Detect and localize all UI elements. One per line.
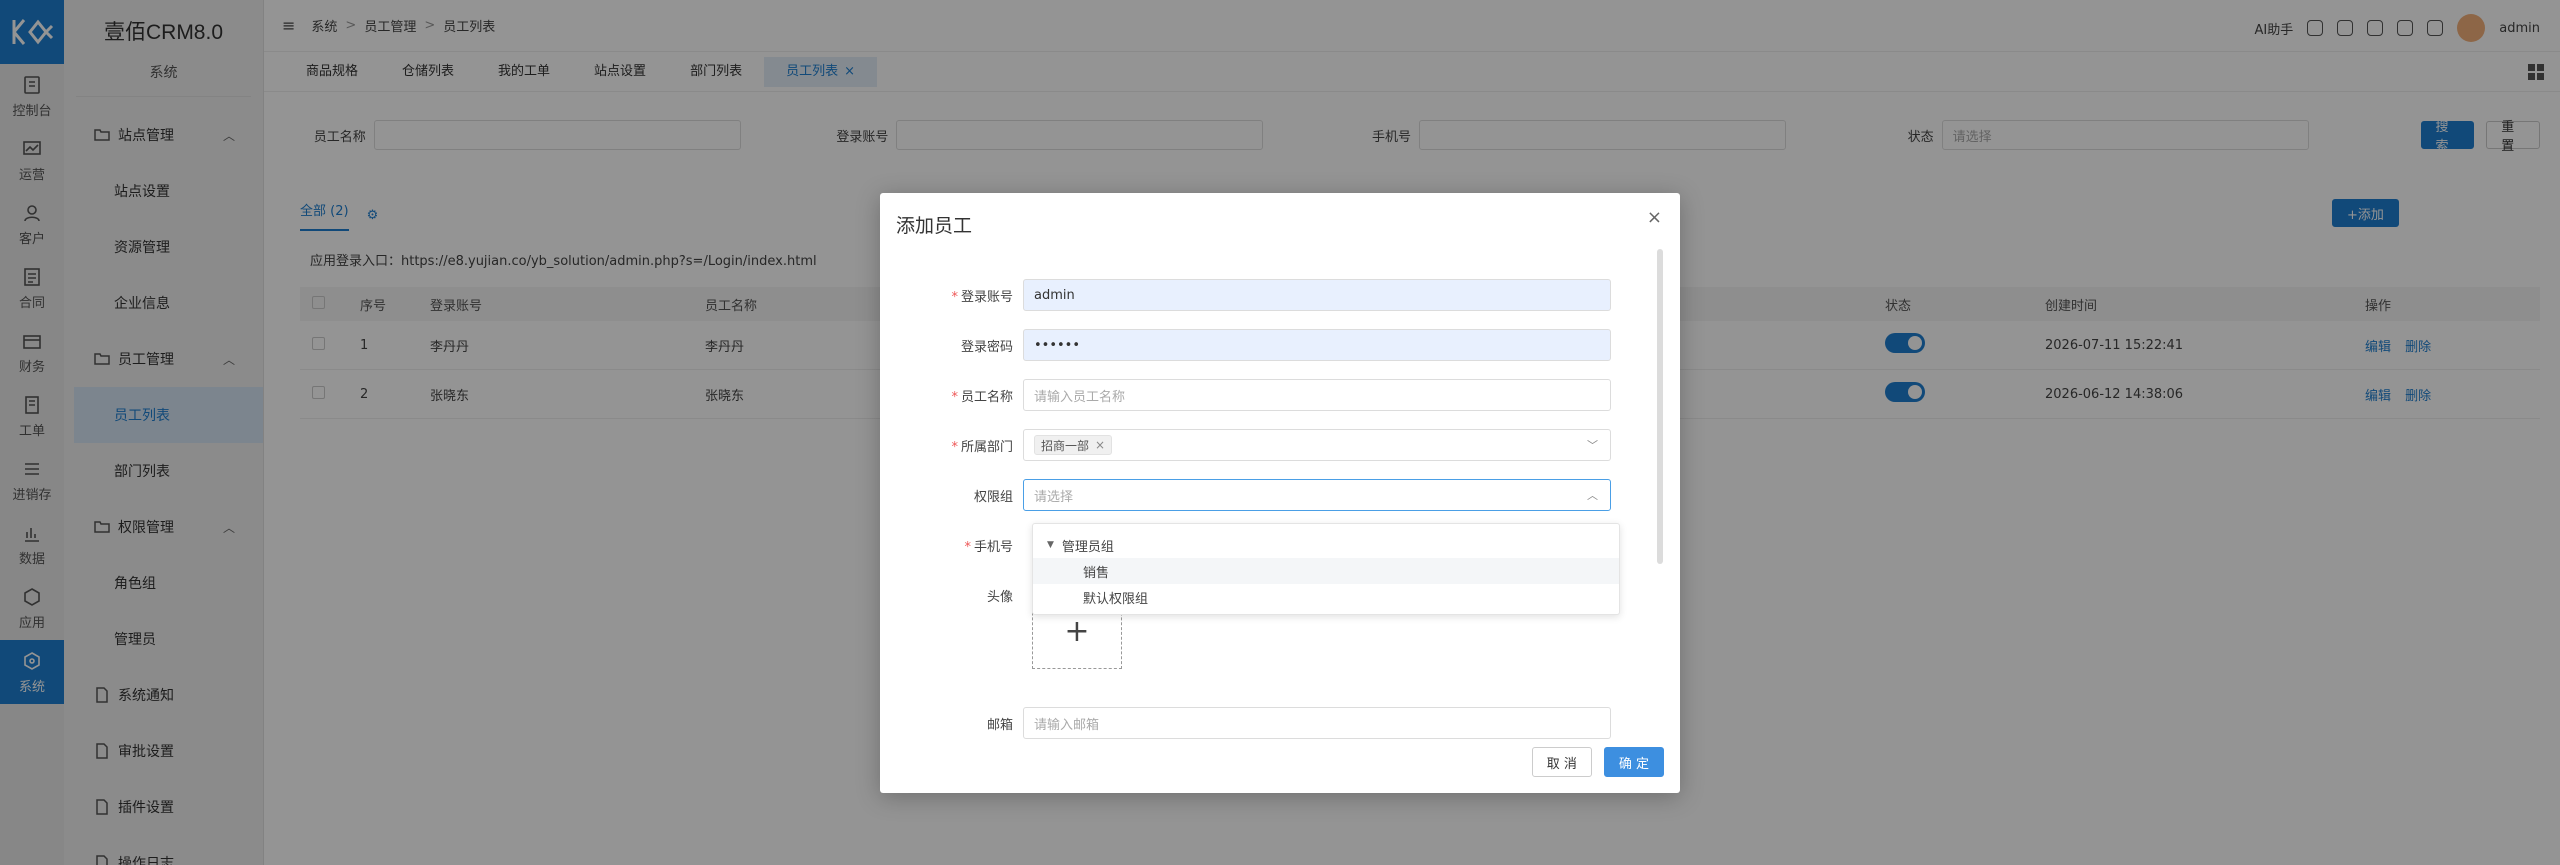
password-input[interactable]: •••••• xyxy=(1023,329,1611,361)
close-icon[interactable]: × xyxy=(1647,207,1662,228)
dropdown-option[interactable]: 销售 xyxy=(1033,558,1619,584)
close-icon[interactable]: × xyxy=(1095,438,1105,452)
modal-footer: 取 消 确 定 xyxy=(1531,747,1664,777)
role-select[interactable]: 请选择 ︿ xyxy=(1023,479,1611,511)
form-row-name: * 员工名称 请输入员工名称 xyxy=(880,379,1680,411)
field-label: * 所属部门 xyxy=(951,439,1013,455)
field-label: * 手机号 xyxy=(964,539,1013,555)
chevron-down-icon: ▼ xyxy=(1047,540,1054,550)
chevron-down-icon: ﹀ xyxy=(1587,439,1598,452)
add-staff-modal: 添加员工 × * 登录账号 admin 登录密码 •••••• * 员工名称 请输入… xyxy=(880,193,1680,793)
dropdown-option[interactable]: 默认权限组 xyxy=(1033,584,1619,610)
field-label: 邮箱 xyxy=(986,717,1013,733)
chevron-up-icon: ︿ xyxy=(1587,489,1598,502)
confirm-button[interactable]: 确 定 xyxy=(1603,747,1664,777)
email-input[interactable]: 请输入邮箱 xyxy=(1023,707,1611,739)
field-label: * 登录账号 xyxy=(951,289,1013,305)
role-dropdown: ▼ 管理员组 销售 默认权限组 xyxy=(1032,523,1620,615)
dept-select[interactable]: 招商一部 × ﹀ xyxy=(1023,429,1611,461)
form-row-role: 权限组 请选择 ︿ xyxy=(880,479,1680,511)
role-select-placeholder: 请选择 xyxy=(1034,489,1074,505)
field-label: * 员工名称 xyxy=(951,389,1013,405)
dropdown-group[interactable]: ▼ 管理员组 xyxy=(1033,532,1619,558)
field-label: 头像 xyxy=(986,589,1013,605)
field-label: 权限组 xyxy=(973,489,1013,505)
modal-title: 添加员工 xyxy=(896,215,973,237)
form-row-dept: * 所属部门 招商一部 × ﹀ xyxy=(880,429,1680,461)
dept-tag: 招商一部 × xyxy=(1034,435,1113,455)
account-input[interactable]: admin xyxy=(1023,279,1611,311)
field-label: 登录密码 xyxy=(960,339,1013,355)
form-row-account: * 登录账号 admin xyxy=(880,279,1680,311)
cancel-button[interactable]: 取 消 xyxy=(1531,747,1592,777)
staff-name-input[interactable]: 请输入员工名称 xyxy=(1023,379,1611,411)
dropdown-group-label: 管理员组 xyxy=(1061,539,1114,555)
form-row-password: 登录密码 •••••• xyxy=(880,329,1680,361)
form-row-email: 邮箱 请输入邮箱 xyxy=(880,707,1680,739)
